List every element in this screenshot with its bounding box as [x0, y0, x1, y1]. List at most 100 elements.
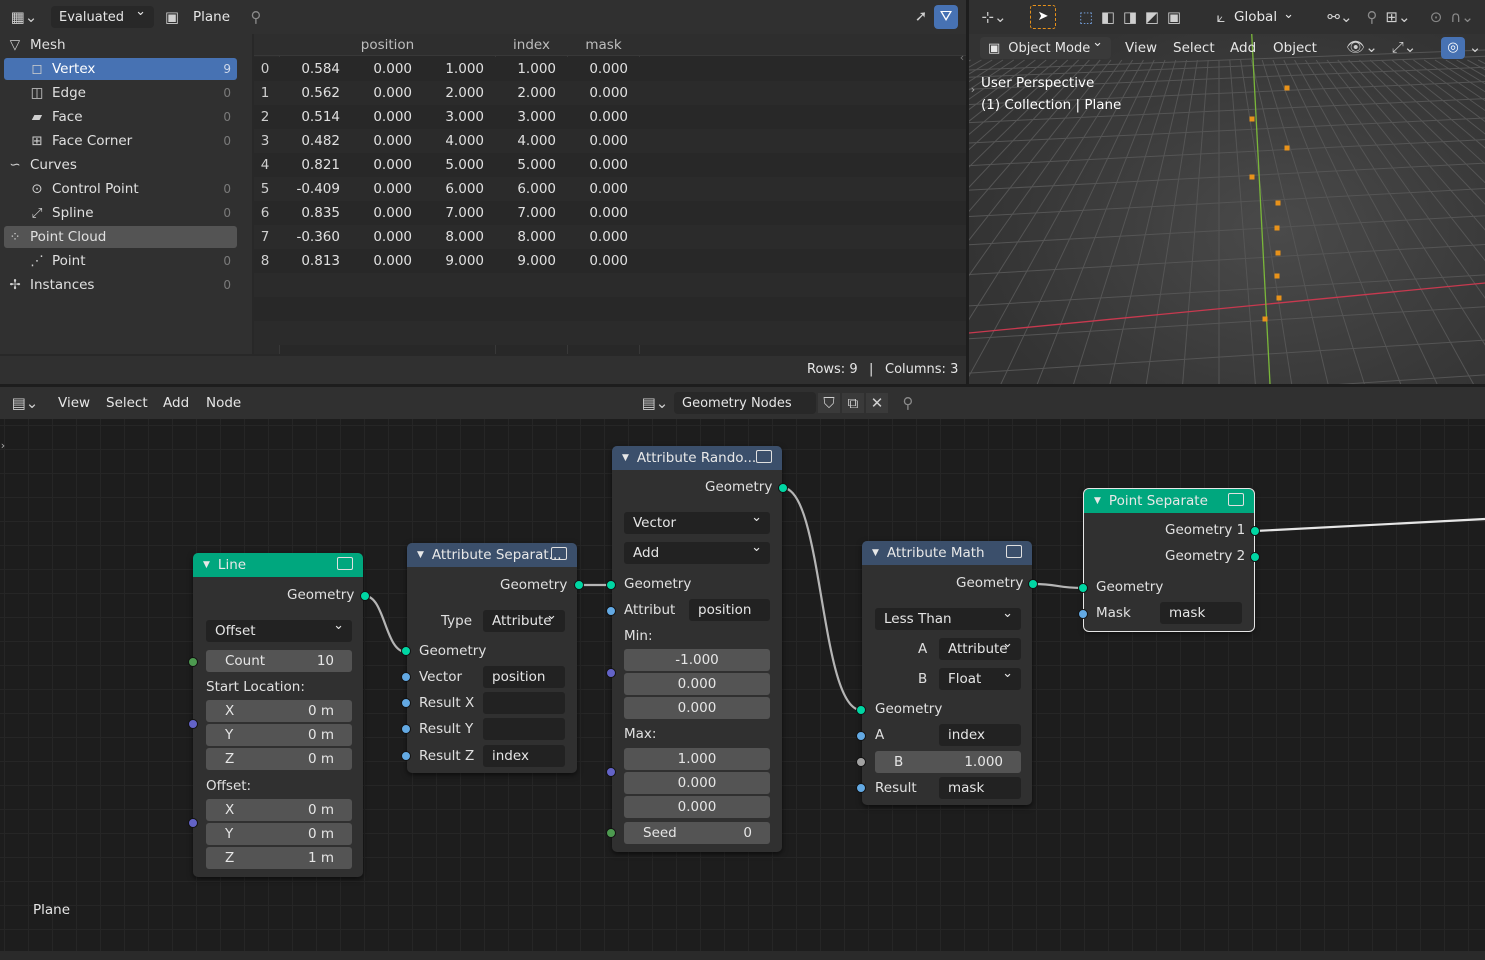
- offset-y-value: 0 m: [307, 826, 334, 842]
- offset-y-field[interactable]: Y 0 m: [206, 823, 352, 845]
- count-label: Count: [225, 653, 266, 669]
- type-dropdown[interactable]: Attribute: [483, 608, 565, 632]
- line-mode-dropdown[interactable]: Offset: [206, 618, 352, 642]
- start-y-field[interactable]: Y 0 m: [206, 724, 352, 746]
- seed-field[interactable]: Seed 0: [624, 822, 770, 844]
- min-input-socket[interactable]: [606, 668, 616, 678]
- max-x-field[interactable]: 1.000: [624, 748, 770, 770]
- result-x-input-socket[interactable]: [401, 698, 411, 708]
- point-separate-header[interactable]: ▼ Point Separate: [1084, 489, 1254, 513]
- vector-attribute-field[interactable]: position: [483, 666, 565, 688]
- preview-monitor-icon[interactable]: [337, 557, 353, 570]
- math-geometry-input-socket[interactable]: [856, 705, 866, 715]
- math-operation-value: Less Than: [884, 611, 952, 627]
- collapse-icon[interactable]: ▼: [417, 550, 424, 560]
- count-field[interactable]: Count 10: [206, 650, 352, 672]
- b-type-dropdown[interactable]: Float: [939, 666, 1021, 690]
- count-input-socket[interactable]: [188, 657, 198, 667]
- preview-monitor-icon[interactable]: [1228, 493, 1244, 506]
- result-input-socket[interactable]: [856, 783, 866, 793]
- line-geometry-output-socket[interactable]: [360, 591, 370, 601]
- data-type-value: Vector: [633, 515, 677, 531]
- attribute-label: Attribut: [624, 602, 676, 618]
- offset-x-value: 0 m: [307, 802, 334, 818]
- result-z-input-socket[interactable]: [401, 751, 411, 761]
- link-random-to-math: [782, 486, 862, 712]
- mask-input-socket[interactable]: [1078, 609, 1088, 619]
- result-z-field[interactable]: index: [483, 745, 565, 767]
- geometry-1-output-socket[interactable]: [1250, 526, 1260, 536]
- start-location-input-socket[interactable]: [188, 719, 198, 729]
- math-output-geometry-label: Geometry: [956, 575, 1024, 591]
- result-z-label: Result Z: [419, 748, 475, 764]
- b-value-field[interactable]: B 1.000: [875, 751, 1021, 773]
- b-input-socket[interactable]: [856, 757, 866, 767]
- min-z-field[interactable]: 0.000: [624, 697, 770, 719]
- geometry-2-output-label: Geometry 2: [1165, 548, 1246, 564]
- line-mode-label: Offset: [215, 623, 256, 639]
- min-y-field[interactable]: 0.000: [624, 673, 770, 695]
- max-z-field[interactable]: 0.000: [624, 796, 770, 818]
- operation-dropdown[interactable]: Add: [624, 540, 770, 564]
- max-y-field[interactable]: 0.000: [624, 772, 770, 794]
- attribute-separate-header[interactable]: ▼ Attribute Separat...: [407, 543, 577, 567]
- result-y-field[interactable]: [483, 718, 565, 740]
- attribute-name-field[interactable]: position: [689, 599, 770, 621]
- randomize-geometry-output-socket[interactable]: [778, 483, 788, 493]
- a-attribute-field[interactable]: index: [939, 724, 1021, 746]
- start-x-value: 0 m: [307, 703, 334, 719]
- start-y-value: 0 m: [307, 727, 334, 743]
- math-operation-dropdown[interactable]: Less Than: [875, 606, 1021, 630]
- min-x-value: -1.000: [675, 652, 719, 668]
- collapse-icon[interactable]: ▼: [872, 548, 879, 558]
- randomize-input-geometry-label: Geometry: [624, 576, 692, 592]
- min-y-value: 0.000: [677, 676, 717, 692]
- min-z-value: 0.000: [677, 700, 717, 716]
- offset-z-field[interactable]: Z 1 m: [206, 847, 352, 869]
- result-x-field[interactable]: [483, 692, 565, 714]
- max-x-value: 1.000: [677, 751, 717, 767]
- min-x-field[interactable]: -1.000: [624, 649, 770, 671]
- point-separate-geometry-input-socket[interactable]: [1078, 583, 1088, 593]
- a-type-dropdown[interactable]: Attribute: [939, 636, 1021, 660]
- separate-geometry-input-socket[interactable]: [401, 646, 411, 656]
- attribute-randomize-header[interactable]: ▼ Attribute Rando...: [612, 446, 782, 470]
- randomize-output-geometry-label: Geometry: [705, 479, 773, 495]
- mask-attribute-field[interactable]: mask: [1160, 602, 1242, 624]
- axis-label: Z: [225, 850, 235, 866]
- a-input-socket[interactable]: [856, 731, 866, 741]
- data-type-dropdown[interactable]: Vector: [624, 510, 770, 534]
- preview-monitor-icon[interactable]: [551, 547, 567, 560]
- offset-x-field[interactable]: X 0 m: [206, 799, 352, 821]
- start-x-field[interactable]: X 0 m: [206, 700, 352, 722]
- preview-monitor-icon[interactable]: [756, 450, 772, 463]
- collapse-icon[interactable]: ▼: [1094, 496, 1101, 506]
- seed-input-socket[interactable]: [606, 828, 616, 838]
- axis-label: X: [225, 703, 235, 719]
- collapse-icon[interactable]: ▼: [622, 453, 629, 463]
- mask-attribute-value: mask: [1169, 605, 1206, 621]
- result-attribute-field[interactable]: mask: [939, 777, 1021, 799]
- axis-label: Y: [225, 826, 234, 842]
- vector-input-socket[interactable]: [401, 672, 411, 682]
- result-y-input-socket[interactable]: [401, 724, 411, 734]
- preview-monitor-icon[interactable]: [1006, 545, 1022, 558]
- math-geometry-output-socket[interactable]: [1028, 579, 1038, 589]
- start-z-value: 0 m: [307, 751, 334, 767]
- randomize-geometry-input-socket[interactable]: [606, 580, 616, 590]
- geometry-2-output-socket[interactable]: [1250, 552, 1260, 562]
- a-label: A: [875, 727, 885, 743]
- separate-geometry-output-socket[interactable]: [574, 580, 584, 590]
- attribute-math-header[interactable]: ▼ Attribute Math: [862, 541, 1032, 565]
- line-node-header[interactable]: ▼ Line: [193, 553, 363, 577]
- link-point-separate-output: [1254, 517, 1485, 533]
- attribute-input-socket[interactable]: [606, 606, 616, 616]
- count-value: 10: [316, 653, 334, 669]
- link-line-to-separate: [364, 594, 407, 654]
- operation-value: Add: [633, 545, 660, 561]
- collapse-icon[interactable]: ▼: [203, 560, 210, 570]
- max-input-socket[interactable]: [606, 767, 616, 777]
- max-z-value: 0.000: [677, 799, 717, 815]
- start-z-field[interactable]: Z 0 m: [206, 748, 352, 770]
- offset-input-socket[interactable]: [188, 818, 198, 828]
